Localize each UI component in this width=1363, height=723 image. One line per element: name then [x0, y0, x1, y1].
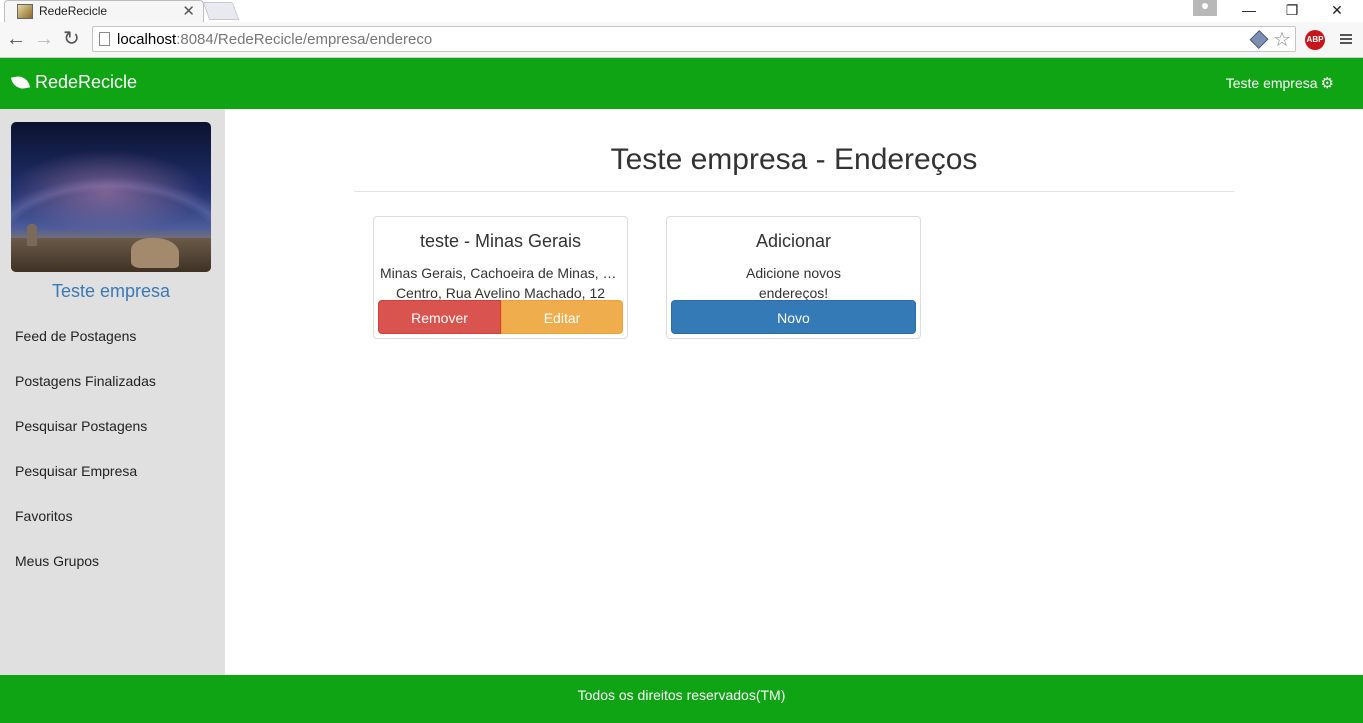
address-card-text: Minas Gerais, Cachoeira de Minas, Centro… — [374, 263, 627, 303]
title-divider — [354, 191, 1234, 192]
back-arrow-icon[interactable]: ← — [6, 28, 26, 50]
gear-icon: ⚙ — [1320, 75, 1334, 92]
add-card-line-1: Adicione novos — [746, 265, 841, 281]
extension-cube-icon[interactable] — [1249, 30, 1269, 49]
leaf-icon — [11, 74, 30, 91]
restore-button[interactable]: ❐ — [1270, 0, 1314, 20]
page-icon — [99, 32, 110, 46]
sidebar-item-search-posts[interactable]: Pesquisar Postagens — [15, 418, 147, 434]
forward-arrow-icon[interactable]: → — [34, 28, 54, 50]
tab-title: RedeRecicle — [39, 4, 108, 18]
sidebar-item-search-company[interactable]: Pesquisar Empresa — [15, 463, 137, 479]
new-tab-button[interactable] — [202, 2, 240, 20]
footer: Todos os direitos reservados(TM) — [0, 675, 1363, 723]
new-address-button[interactable]: Novo — [671, 300, 916, 334]
top-navbar: RedeRecicle Teste empresa ⚙ — [0, 58, 1363, 109]
favicon-icon — [17, 4, 33, 19]
add-card-text: Adicione novos endereços! — [667, 263, 920, 303]
avatar-rock — [27, 224, 37, 246]
avatar — [11, 122, 211, 272]
add-address-card: Adicionar Adicione novos endereços! Novo — [666, 216, 921, 339]
browser-menu-icon[interactable] — [1340, 34, 1352, 44]
footer-text: Todos os direitos reservados(TM) — [577, 687, 786, 703]
browser-tab[interactable]: RedeRecicle ✕ — [4, 0, 204, 22]
browser-toolbar: ← → ↻ localhost:8084/RedeRecicle/empresa… — [0, 22, 1363, 58]
address-card-title: teste - Minas Gerais — [419, 231, 582, 251]
adblock-icon[interactable]: ABP — [1305, 30, 1325, 50]
address-bar[interactable]: localhost:8084/RedeRecicle/empresa/ender… — [92, 26, 1296, 52]
bookmark-star-icon[interactable]: ☆ — [1273, 27, 1291, 52]
profile-name-link[interactable]: Teste empresa — [0, 281, 222, 302]
sidebar-item-finished-posts[interactable]: Postagens Finalizadas — [15, 373, 156, 389]
url-text[interactable]: localhost:8084/RedeRecicle/empresa/ender… — [117, 31, 432, 48]
tab-close-icon[interactable]: ✕ — [182, 2, 195, 20]
address-line-1: Minas Gerais, Cachoeira de Minas, Centro — [380, 265, 627, 281]
address-card: teste - Minas Gerais Minas Gerais, Cacho… — [373, 216, 628, 339]
reload-icon[interactable]: ↻ — [63, 28, 80, 50]
brand-link[interactable]: RedeRecicle — [11, 72, 138, 93]
sidebar-item-favorites[interactable]: Favoritos — [15, 508, 73, 524]
add-card-title: Adicionar — [755, 231, 832, 251]
minimize-button[interactable]: — — [1227, 0, 1271, 20]
close-window-button[interactable]: ✕ — [1315, 0, 1359, 20]
brand-name: RedeRecicle — [35, 72, 138, 92]
sidebar-item-my-groups[interactable]: Meus Grupos — [15, 553, 99, 569]
user-name: Teste empresa — [1225, 75, 1318, 91]
sidebar-item-feed[interactable]: Feed de Postagens — [15, 328, 136, 344]
browser-tabstrip: RedeRecicle ✕ — ❐ ✕ — [0, 0, 1363, 22]
sidebar: Teste empresa Feed de Postagens Postagen… — [0, 109, 225, 675]
page-title: Teste empresa - Endereços — [610, 143, 978, 176]
user-menu[interactable]: Teste empresa ⚙ — [1226, 74, 1334, 92]
profile-icon[interactable] — [1193, 0, 1217, 16]
edit-button[interactable]: Editar — [501, 300, 623, 334]
remove-button[interactable]: Remover — [378, 300, 501, 334]
